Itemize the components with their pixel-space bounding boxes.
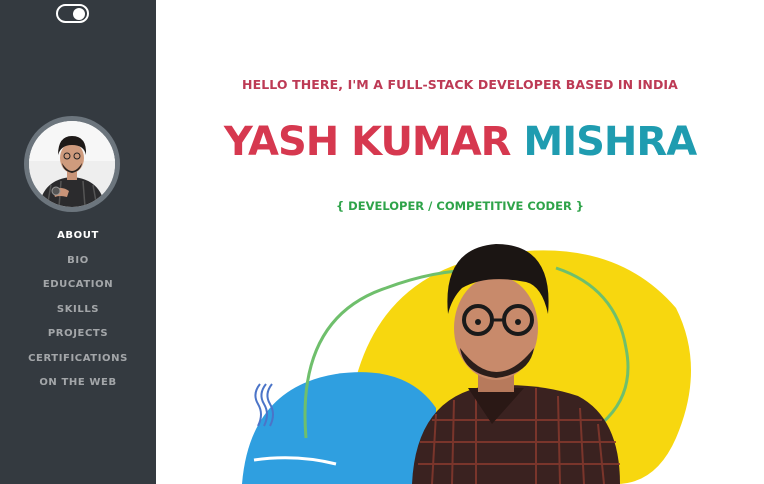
page-title: YASH KUMAR MISHRA <box>156 119 764 165</box>
avatar <box>24 116 120 212</box>
nav-item-education[interactable]: EDUCATION <box>0 277 156 302</box>
nav-item-about[interactable]: ABOUT <box>0 228 156 253</box>
sidebar-nav: ABOUT BIO EDUCATION SKILLS PROJECTS CERT… <box>0 228 156 400</box>
name-last: MISHRA <box>523 119 697 165</box>
hero-illustration <box>242 244 691 484</box>
blue-blob-shape <box>242 372 436 484</box>
nav-item-projects[interactable]: PROJECTS <box>0 326 156 351</box>
role-text: { DEVELOPER / COMPETITIVE CODER } <box>335 199 584 213</box>
sidebar: ABOUT BIO EDUCATION SKILLS PROJECTS CERT… <box>0 0 156 484</box>
nav-item-skills[interactable]: SKILLS <box>0 302 156 327</box>
toggle-knob <box>73 7 85 20</box>
greeting-text: HELLO THERE, I'M A FULL-STACK DEVELOPER … <box>242 77 678 92</box>
nav-item-bio[interactable]: BIO <box>0 253 156 278</box>
nav-item-certifications[interactable]: CERTIFICATIONS <box>0 351 156 376</box>
main-content: HELLO THERE, I'M A FULL-STACK DEVELOPER … <box>156 0 764 484</box>
avatar-photo <box>29 121 115 207</box>
person-avatar-icon <box>29 121 115 207</box>
theme-toggle[interactable] <box>56 4 89 23</box>
nav-item-on-the-web[interactable]: ON THE WEB <box>0 375 156 400</box>
name-first: YASH KUMAR <box>223 119 512 165</box>
